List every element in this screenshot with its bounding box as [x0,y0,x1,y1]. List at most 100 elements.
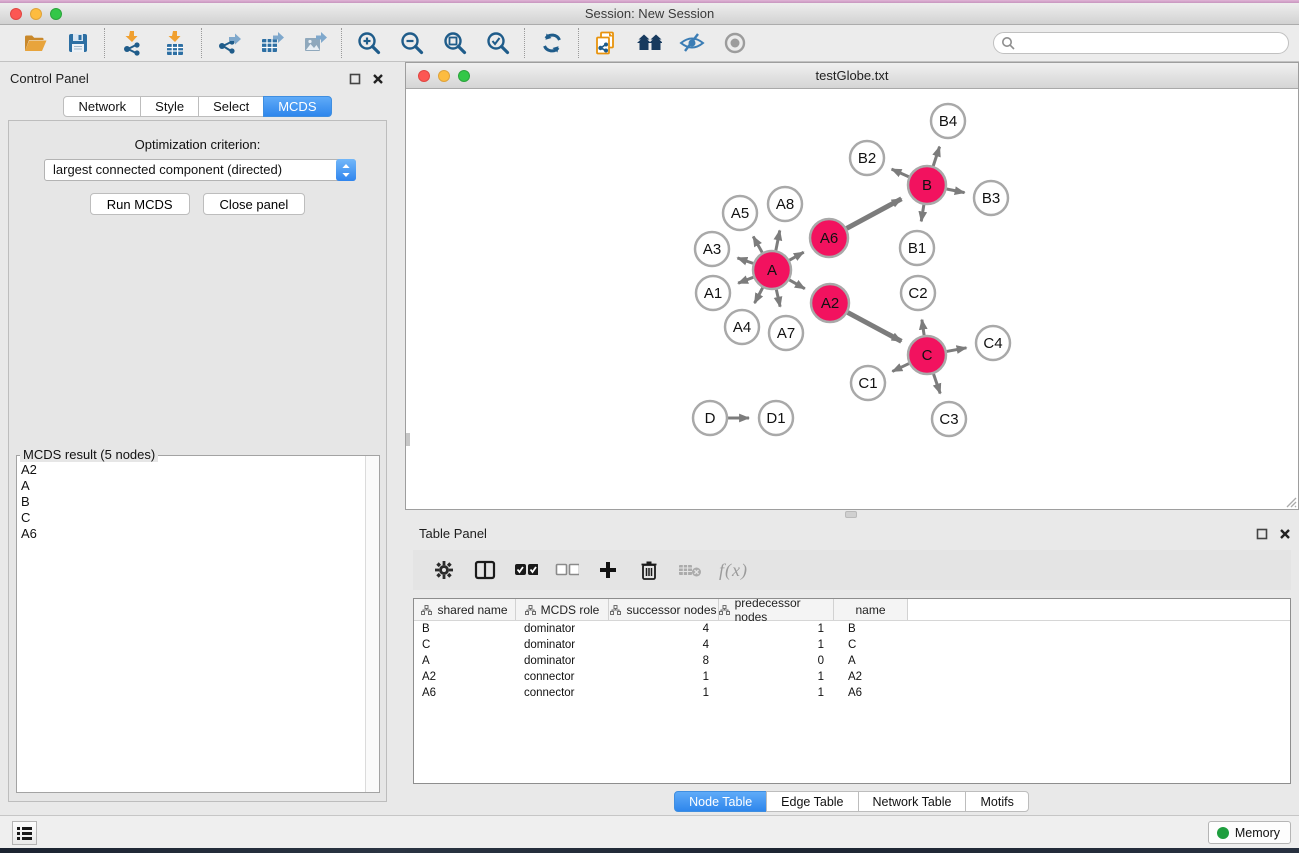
cell-successor-nodes[interactable]: 1 [609,685,719,701]
cybrowser-home-icon[interactable] [635,30,662,57]
table-row-b[interactable]: Bdominator41B [414,621,1290,637]
graph-node-A2[interactable]: A2 [811,284,849,322]
tab-select[interactable]: Select [198,96,264,117]
graph-node-B2[interactable]: B2 [850,141,884,175]
graph-node-D1[interactable]: D1 [759,401,793,435]
cell-name[interactable]: A [834,653,908,669]
graph-node-A3[interactable]: A3 [695,232,729,266]
tab-style[interactable]: Style [140,96,199,117]
column-header-name[interactable]: name [834,599,908,620]
graph-node-A6[interactable]: A6 [810,219,848,257]
duplicate-network-icon[interactable] [592,30,619,57]
column-header-successor-nodes[interactable]: successor nodes [609,599,719,620]
graph-edge-A-A8[interactable] [776,230,780,250]
graph-node-C[interactable]: C [908,336,946,374]
close-panel-icon[interactable] [372,73,384,85]
graph-node-A7[interactable]: A7 [769,316,803,350]
zoom-in-icon[interactable] [355,30,382,57]
graph-edge-B-B4[interactable] [933,147,939,166]
column-header-shared-name[interactable]: shared name [414,599,516,620]
import-table-icon[interactable] [161,30,188,57]
table-tab-edge-table[interactable]: Edge Table [766,791,858,812]
cell-predecessor-nodes[interactable]: 1 [719,685,834,701]
search-box[interactable] [993,32,1289,54]
graph-node-A[interactable]: A [753,251,791,289]
cell-MCDS-role[interactable]: connector [516,685,609,701]
cell-successor-nodes[interactable]: 4 [609,621,719,637]
cell-successor-nodes[interactable]: 1 [609,669,719,685]
task-history-button[interactable] [12,821,37,845]
cell-MCDS-role[interactable]: dominator [516,653,609,669]
table-row-a2[interactable]: A2connector11A2 [414,669,1290,685]
window-resize-grip[interactable] [1285,496,1297,508]
graph-edge-A-A3[interactable] [737,258,753,263]
cell-MCDS-role[interactable]: connector [516,669,609,685]
graph-edge-A-A6[interactable] [789,252,803,260]
zoom-fit-icon[interactable] [441,30,468,57]
cell-name[interactable]: B [834,621,908,637]
delete-column-icon[interactable] [637,558,661,582]
minimize-window-button[interactable] [30,8,42,20]
zoom-out-icon[interactable] [398,30,425,57]
run-mcds-button[interactable]: Run MCDS [90,193,190,215]
network-canvas[interactable]: B4B2BB3A5A8A6A3B1AA1C2A2A4A7C4CC1C3DD1 [406,89,1298,509]
graph-node-C2[interactable]: C2 [901,276,935,310]
close-window-button[interactable] [10,8,22,20]
cell-name[interactable]: C [834,637,908,653]
export-network-icon[interactable] [215,30,242,57]
table-tab-node-table[interactable]: Node Table [674,791,767,812]
optimization-criterion-dropdown[interactable]: largest connected component (directed) [44,159,356,181]
cell-MCDS-role[interactable]: dominator [516,637,609,653]
cell-successor-nodes[interactable]: 4 [609,637,719,653]
deselect-all-columns-icon[interactable] [555,558,579,582]
cell-shared-name[interactable]: A6 [414,685,516,701]
float-table-panel-icon[interactable] [1256,528,1268,540]
graph-edge-C-C4[interactable] [947,348,967,352]
table-tab-network-table[interactable]: Network Table [858,791,967,812]
cell-name[interactable]: A6 [834,685,908,701]
close-table-panel-icon[interactable] [1279,528,1291,540]
cell-predecessor-nodes[interactable]: 1 [719,637,834,653]
mcds-result-item-a6[interactable]: A6 [17,526,365,542]
close-panel-button[interactable]: Close panel [203,193,306,215]
network-window-titlebar[interactable]: testGlobe.txt [406,63,1298,89]
graph-edge-A-A2[interactable] [789,280,804,289]
graph-node-A8[interactable]: A8 [768,187,802,221]
graph-edge-C-C3[interactable] [934,374,941,394]
cell-predecessor-nodes[interactable]: 1 [719,669,834,685]
cell-shared-name[interactable]: A [414,653,516,669]
mcds-list-scrollbar[interactable] [365,456,379,792]
show-column-panel-icon[interactable] [473,558,497,582]
mcds-result-item-a[interactable]: A [17,478,365,494]
graph-node-B4[interactable]: B4 [931,104,965,138]
import-network-icon[interactable] [118,30,145,57]
cell-name[interactable]: A2 [834,669,908,685]
zoom-selected-icon[interactable] [484,30,511,57]
graph-node-B[interactable]: B [908,166,946,204]
cell-shared-name[interactable]: B [414,621,516,637]
graph-node-C1[interactable]: C1 [851,366,885,400]
cell-predecessor-nodes[interactable]: 0 [719,653,834,669]
save-session-icon[interactable] [64,30,91,57]
canvas-scrollbar-thumb[interactable] [406,433,410,446]
table-row-a6[interactable]: A6connector11A6 [414,685,1290,701]
mcds-result-item-c[interactable]: C [17,510,365,526]
graph-node-C3[interactable]: C3 [932,402,966,436]
cell-shared-name[interactable]: A2 [414,669,516,685]
table-options-gear-icon[interactable] [432,558,456,582]
graph-edge-A-A7[interactable] [776,290,780,307]
cell-MCDS-role[interactable]: dominator [516,621,609,637]
graph-node-A4[interactable]: A4 [725,310,759,344]
column-header-MCDS-role[interactable]: MCDS role [516,599,609,620]
cell-predecessor-nodes[interactable]: 1 [719,621,834,637]
graph-edge-C-C1[interactable] [892,364,909,372]
graph-node-A5[interactable]: A5 [723,196,757,230]
graph-edge-A-A1[interactable] [738,277,753,283]
refresh-network-icon[interactable] [538,30,565,57]
graph-edge-B-B2[interactable] [892,169,909,177]
graph-edge-B-B1[interactable] [921,205,924,222]
mcds-result-item-a2[interactable]: A2 [17,462,365,478]
graph-edge-A2-C[interactable] [848,312,902,341]
cell-shared-name[interactable]: C [414,637,516,653]
cell-successor-nodes[interactable]: 8 [609,653,719,669]
